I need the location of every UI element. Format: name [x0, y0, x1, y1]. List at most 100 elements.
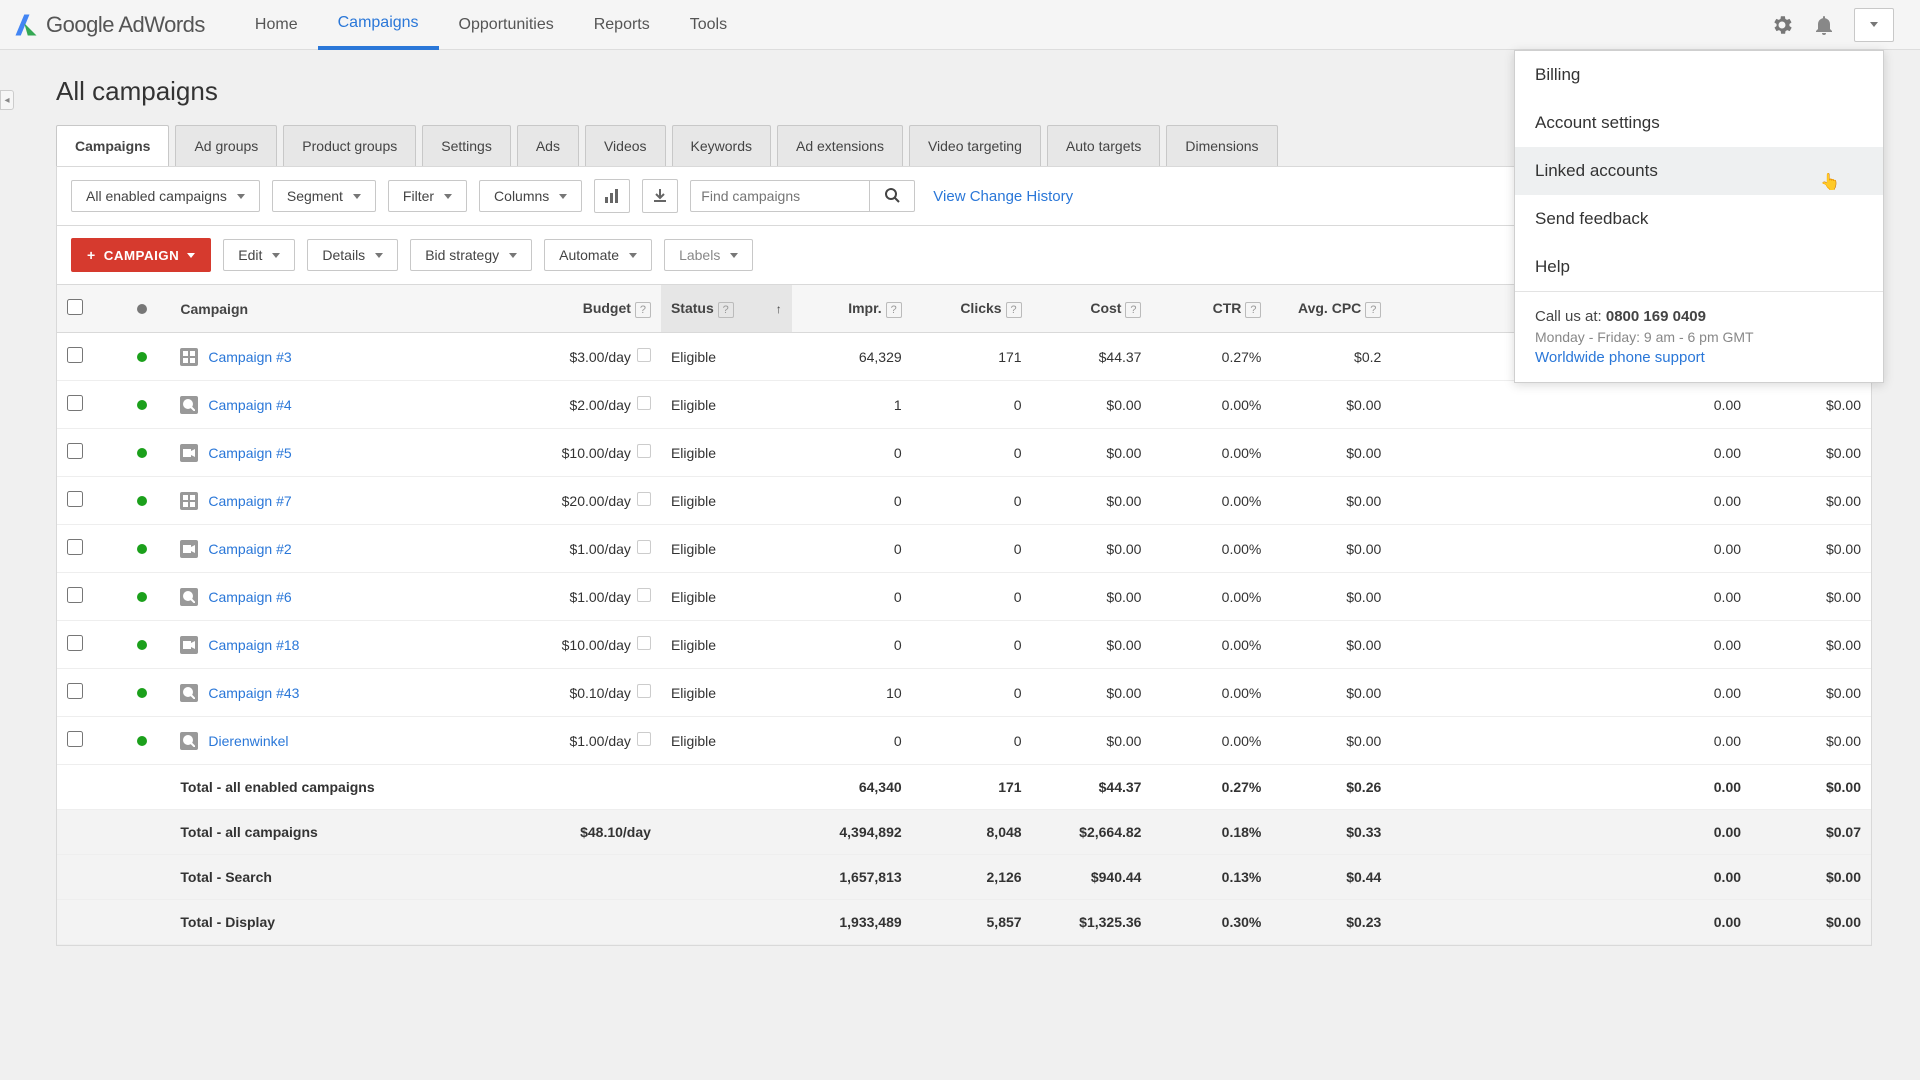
campaign-link[interactable]: Dierenwinkel [208, 733, 288, 749]
col-campaign[interactable]: Campaign [170, 285, 519, 333]
menu-send-feedback[interactable]: Send feedback [1515, 195, 1883, 243]
budget-edit-icon[interactable] [637, 348, 651, 362]
bell-icon[interactable] [1812, 13, 1836, 37]
search-input[interactable] [690, 180, 870, 212]
budget-edit-icon[interactable] [637, 588, 651, 602]
nav-reports[interactable]: Reports [574, 0, 670, 50]
row-checkbox[interactable] [67, 635, 83, 651]
settings-menu: Billing Account settings Linked accounts… [1514, 50, 1884, 383]
enabled-campaigns-dropdown[interactable]: All enabled campaigns [71, 180, 260, 212]
total-clicks: 5,857 [912, 900, 1032, 945]
col-cost[interactable]: Cost? [1032, 285, 1152, 333]
row-checkbox[interactable] [67, 347, 83, 363]
budget-edit-icon[interactable] [637, 684, 651, 698]
brand-logo[interactable]: Google AdWords [12, 11, 205, 39]
row-checkbox[interactable] [67, 731, 83, 747]
total-impr: 1,657,813 [792, 855, 912, 900]
view-change-history-link[interactable]: View Change History [933, 188, 1073, 205]
table-row: Campaign #18$10.00/dayEligible00$0.000.0… [57, 621, 1871, 669]
impr-cell: 0 [792, 573, 912, 621]
nav-home[interactable]: Home [235, 0, 318, 50]
total-impr: 4,394,892 [792, 810, 912, 855]
tab-videos[interactable]: Videos [585, 125, 666, 166]
clicks-cell: 0 [912, 429, 1032, 477]
campaign-link[interactable]: Campaign #43 [208, 685, 299, 701]
col-ctr[interactable]: CTR? [1151, 285, 1271, 333]
tab-ad-extensions[interactable]: Ad extensions [777, 125, 903, 166]
row-checkbox[interactable] [67, 683, 83, 699]
worldwide-support-link[interactable]: Worldwide phone support [1535, 349, 1863, 366]
menu-help[interactable]: Help [1515, 243, 1883, 291]
gear-icon[interactable] [1770, 13, 1794, 37]
col-impr[interactable]: Impr.? [792, 285, 912, 333]
tab-dimensions[interactable]: Dimensions [1166, 125, 1277, 166]
tab-keywords[interactable]: Keywords [672, 125, 771, 166]
col-checkbox[interactable] [57, 285, 114, 333]
menu-linked-accounts[interactable]: Linked accounts [1515, 147, 1883, 195]
tab-video-targeting[interactable]: Video targeting [909, 125, 1041, 166]
campaign-link[interactable]: Campaign #5 [208, 445, 291, 461]
tab-ad-groups[interactable]: Ad groups [175, 125, 277, 166]
col-budget[interactable]: Budget? [519, 285, 661, 333]
campaign-link[interactable]: Campaign #4 [208, 397, 291, 413]
nav-tools[interactable]: Tools [670, 0, 747, 50]
nav-campaigns[interactable]: Campaigns [318, 0, 439, 50]
table-row: Dierenwinkel$1.00/dayEligible00$0.000.00… [57, 717, 1871, 765]
budget-edit-icon[interactable] [637, 396, 651, 410]
budget-edit-icon[interactable] [637, 636, 651, 650]
budget-edit-icon[interactable] [637, 732, 651, 746]
col-clicks[interactable]: Clicks? [912, 285, 1032, 333]
extra-cell: 0.00 [1391, 381, 1751, 429]
ctr-cell: 0.00% [1151, 429, 1271, 477]
campaign-link[interactable]: Campaign #6 [208, 589, 291, 605]
columns-dropdown[interactable]: Columns [479, 180, 582, 212]
menu-billing[interactable]: Billing [1515, 51, 1883, 99]
row-checkbox[interactable] [67, 587, 83, 603]
labels-dropdown[interactable]: Labels [664, 239, 753, 271]
budget-edit-icon[interactable] [637, 444, 651, 458]
row-checkbox[interactable] [67, 443, 83, 459]
tab-campaigns[interactable]: Campaigns [56, 125, 169, 166]
col-avg-cpc[interactable]: Avg. CPC? [1271, 285, 1391, 333]
col-status[interactable]: Status?↑ [661, 285, 792, 333]
tab-settings[interactable]: Settings [422, 125, 511, 166]
nav-opportunities[interactable]: Opportunities [439, 0, 574, 50]
impr-cell: 0 [792, 621, 912, 669]
clicks-cell: 0 [912, 669, 1032, 717]
chart-icon[interactable] [594, 179, 630, 213]
col-status-dot[interactable] [114, 285, 171, 333]
tab-auto-targets[interactable]: Auto targets [1047, 125, 1161, 166]
campaigns-table: Campaign Budget? Status?↑ Impr.? Clicks?… [57, 285, 1871, 945]
new-campaign-button[interactable]: +CAMPAIGN [71, 238, 211, 272]
total-avgcpc: $0.44 [1271, 855, 1391, 900]
budget-edit-icon[interactable] [637, 540, 651, 554]
filter-dropdown[interactable]: Filter [388, 180, 467, 212]
budget-edit-icon[interactable] [637, 492, 651, 506]
download-icon[interactable] [642, 179, 678, 213]
tab-ads[interactable]: Ads [517, 125, 579, 166]
campaign-type-icon [180, 732, 198, 750]
edit-dropdown[interactable]: Edit [223, 239, 295, 271]
bid-strategy-dropdown[interactable]: Bid strategy [410, 239, 532, 271]
segment-dropdown[interactable]: Segment [272, 180, 376, 212]
campaign-link[interactable]: Campaign #7 [208, 493, 291, 509]
logo-icon [12, 11, 40, 39]
search-button[interactable] [870, 180, 915, 212]
automate-dropdown[interactable]: Automate [544, 239, 652, 271]
avgcpc-cell: $0.00 [1271, 429, 1391, 477]
menu-account-settings[interactable]: Account settings [1515, 99, 1883, 147]
select-all-checkbox[interactable] [67, 299, 83, 315]
impr-cell: 0 [792, 477, 912, 525]
campaign-link[interactable]: Campaign #2 [208, 541, 291, 557]
details-dropdown[interactable]: Details [307, 239, 398, 271]
cost-cell: $0.00 [1032, 621, 1152, 669]
campaign-link[interactable]: Campaign #18 [208, 637, 299, 653]
row-checkbox[interactable] [67, 539, 83, 555]
ctr-cell: 0.00% [1151, 381, 1271, 429]
account-dropdown[interactable] [1854, 8, 1894, 42]
campaign-link[interactable]: Campaign #3 [208, 349, 291, 365]
row-checkbox[interactable] [67, 395, 83, 411]
tab-product-groups[interactable]: Product groups [283, 125, 416, 166]
avgcpc-cell: $0.00 [1271, 717, 1391, 765]
row-checkbox[interactable] [67, 491, 83, 507]
